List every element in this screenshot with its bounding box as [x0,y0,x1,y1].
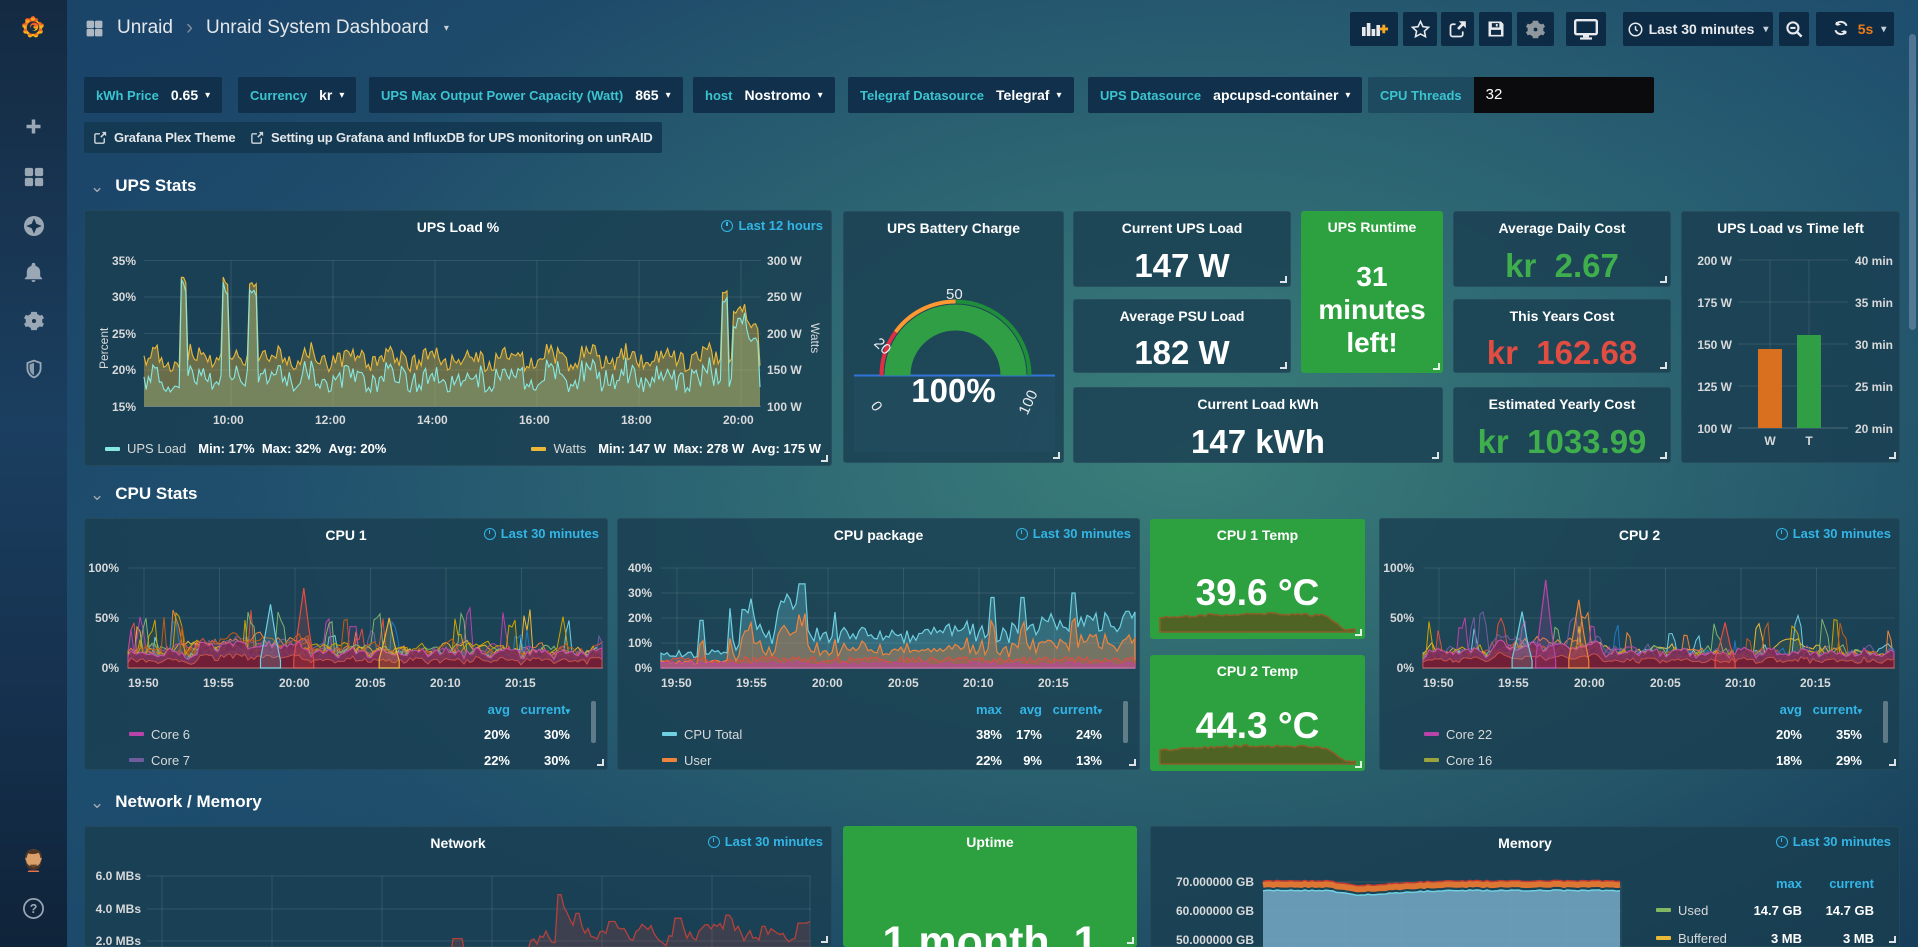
svg-text:?: ? [30,902,38,916]
